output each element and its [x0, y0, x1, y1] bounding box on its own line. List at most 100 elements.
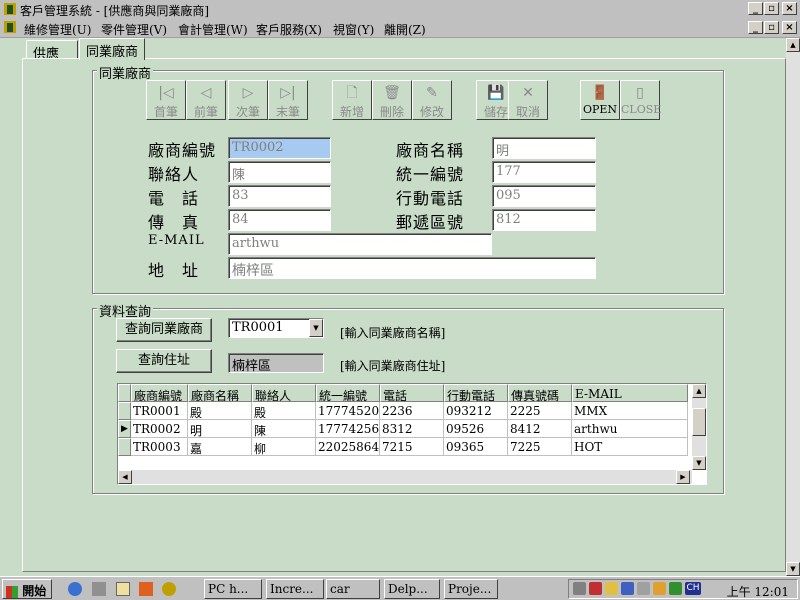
scroll-up-icon[interactable]: ▲ — [786, 38, 800, 52]
desktop-icon[interactable] — [92, 582, 106, 596]
column-header[interactable]: 行動電話 — [444, 384, 508, 402]
address-query-field[interactable]: 楠梓區 — [228, 353, 324, 373]
display-icon[interactable] — [621, 582, 634, 595]
minimize-button[interactable]: _ — [748, 2, 763, 15]
close-button[interactable]: × — [782, 2, 797, 15]
fax-field[interactable]: 84 — [228, 209, 331, 231]
table-cell[interactable]: 09365 — [444, 438, 508, 456]
table-cell[interactable]: 陳 — [252, 420, 316, 438]
zip-field[interactable]: 812 — [492, 209, 596, 231]
toolbar-button-0[interactable]: |◁ 首筆 — [146, 80, 186, 120]
column-header[interactable]: 統一編號 — [316, 384, 380, 402]
toolbar-button-6[interactable]: ✎ 修改 — [412, 80, 452, 120]
mail-icon[interactable] — [653, 582, 666, 595]
menu-maintenance[interactable]: 維修管理(U) — [24, 21, 91, 38]
vendor-name-field[interactable]: 明 — [492, 137, 596, 159]
table-cell[interactable]: TR0003 — [131, 438, 188, 456]
restore-button[interactable]: ▫ — [764, 2, 779, 15]
toolbar-button-4[interactable]: 🗋 新增 — [332, 80, 372, 120]
table-cell[interactable]: 17774520 — [316, 402, 380, 420]
column-header[interactable]: 廠商編號 — [131, 384, 188, 402]
vendor-id-field[interactable]: TR0002 — [228, 137, 331, 159]
keyboard-icon[interactable] — [637, 582, 650, 595]
column-header[interactable]: 電話 — [380, 384, 444, 402]
menu-customer-service[interactable]: 客戶服務(X) — [256, 21, 322, 38]
grid-scroll-down-icon[interactable]: ▼ — [692, 456, 706, 470]
toolbar-button-10[interactable]: ▯ CLOSE — [620, 80, 661, 120]
menu-parts[interactable]: 零件管理(V) — [101, 21, 167, 38]
grid-scroll-left-icon[interactable]: ◀ — [118, 470, 132, 484]
grid-scroll-up-icon[interactable]: ▲ — [692, 384, 706, 398]
scroll-down-icon[interactable]: ▼ — [786, 562, 800, 576]
table-cell[interactable]: 8312 — [380, 420, 444, 438]
query-vendor-button[interactable]: 查詢同業廠商 — [116, 318, 212, 342]
notepad-icon[interactable] — [116, 582, 130, 596]
tax-id-field[interactable]: 177 — [492, 161, 596, 183]
tab-suppliers[interactable]: 供應商 — [26, 40, 78, 81]
speaker-icon[interactable] — [573, 582, 586, 595]
table-cell[interactable]: 22025864 — [316, 438, 380, 456]
column-header[interactable]: E-MAIL — [572, 384, 688, 402]
table-cell[interactable]: 093212 — [444, 402, 508, 420]
grid-vscroll-track[interactable] — [692, 398, 706, 456]
toolbar-button-2[interactable]: ▷ 次筆 — [228, 80, 268, 120]
taskbar-item-project[interactable]: Proje... — [444, 579, 498, 599]
ie-icon[interactable] — [68, 582, 82, 596]
toolbar-button-8[interactable]: ✕ 取消 — [508, 80, 548, 120]
table-cell[interactable]: 7215 — [380, 438, 444, 456]
menu-window[interactable]: 視窗(Y) — [333, 21, 374, 38]
child-close-button[interactable]: × — [782, 21, 797, 34]
tab-peer-vendors[interactable]: 同業廠商 — [79, 38, 145, 60]
column-header[interactable]: 廠商名稱 — [188, 384, 252, 402]
mobile-field[interactable]: 095 — [492, 185, 596, 207]
taskbar-item-car[interactable]: car — [326, 579, 380, 599]
menu-exit[interactable]: 離開(Z) — [384, 21, 426, 38]
column-header[interactable]: 傳真號碼 — [508, 384, 572, 402]
table-cell[interactable]: 2236 — [380, 402, 444, 420]
toolbar-button-9[interactable]: 🚪 OPEN — [580, 80, 620, 120]
table-cell[interactable]: 17774256 — [316, 420, 380, 438]
table-cell[interactable]: 8412 — [508, 420, 572, 438]
row-indicator[interactable] — [118, 402, 131, 420]
grid-scroll-right-icon[interactable]: ▶ — [676, 470, 690, 484]
query-address-button[interactable]: 查詢住址 — [116, 349, 212, 373]
table-cell[interactable]: 柳 — [252, 438, 316, 456]
table-cell[interactable]: TR0001 — [131, 402, 188, 420]
table-cell[interactable]: 殿 — [188, 402, 252, 420]
table-cell[interactable]: 2225 — [508, 402, 572, 420]
table-cell[interactable]: 明 — [188, 420, 252, 438]
row-indicator[interactable] — [118, 438, 131, 456]
pen-icon[interactable] — [605, 582, 618, 595]
vendor-select[interactable]: TR0001 ▼ — [228, 318, 324, 338]
network-icon[interactable] — [589, 582, 602, 595]
winamp-icon[interactable] — [162, 582, 176, 596]
toolbar-button-3[interactable]: ▷| 末筆 — [268, 80, 308, 120]
table-cell[interactable]: 7225 — [508, 438, 572, 456]
email-field[interactable]: arthwu — [228, 233, 492, 255]
vendor-grid[interactable]: 廠商編號 廠商名稱 聯絡人 統一編號 電話 行動電話 傳真號碼 E-MAIL TR0001 殿殿 1… — [117, 383, 707, 485]
monitor-icon[interactable] — [669, 582, 682, 595]
grid-vscroll-thumb[interactable] — [692, 408, 706, 436]
phone-field[interactable]: 83 — [228, 185, 331, 207]
table-cell[interactable]: arthwu — [572, 420, 688, 438]
chevron-down-icon[interactable]: ▼ — [309, 319, 323, 337]
taskbar-item-delphi[interactable]: Delp... — [384, 579, 440, 599]
child-restore-button[interactable]: ▫ — [764, 21, 779, 34]
taskbar-item-incre[interactable]: Incre... — [266, 579, 324, 599]
contact-field[interactable]: 陳 — [228, 161, 331, 183]
table-cell[interactable]: 09526 — [444, 420, 508, 438]
toolbar-button-5[interactable]: 🗑 刪除 — [372, 80, 412, 120]
child-minimize-button[interactable]: _ — [748, 21, 763, 34]
start-button[interactable]: 開始 — [2, 579, 52, 599]
table-cell[interactable]: MMX — [572, 402, 688, 420]
table-cell[interactable]: 嘉 — [188, 438, 252, 456]
current-row-indicator-icon[interactable]: ▶ — [118, 420, 131, 438]
toolbar-button-1[interactable]: ◁ 前筆 — [186, 80, 226, 120]
table-cell[interactable]: HOT — [572, 438, 688, 456]
mdi-child-icon[interactable] — [3, 20, 17, 34]
table-cell[interactable]: TR0002 — [131, 420, 188, 438]
outlook-icon[interactable] — [139, 582, 153, 596]
column-header[interactable]: 聯絡人 — [252, 384, 316, 402]
vertical-scrollbar[interactable]: ▲ ▼ — [786, 38, 800, 576]
grid-hscroll-track[interactable]: ◀ ▶ — [118, 470, 692, 484]
